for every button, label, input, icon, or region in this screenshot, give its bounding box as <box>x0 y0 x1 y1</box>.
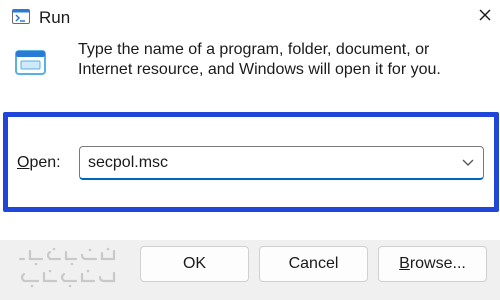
watermark-logo <box>18 247 116 288</box>
run-app-icon <box>15 50 46 75</box>
ok-button[interactable]: OK <box>140 246 249 282</box>
close-icon[interactable] <box>474 4 496 26</box>
browse-label: rowse... <box>409 255 466 272</box>
run-dialog: Run Type the name of a program, folder, … <box>0 0 500 300</box>
open-label: Open: <box>17 152 61 174</box>
title-bar: Run <box>0 0 500 36</box>
window-title: Run <box>39 8 71 27</box>
open-label-text: pen: <box>29 154 61 171</box>
browse-button[interactable]: Browse... <box>378 246 487 282</box>
dialog-description: Type the name of a program, folder, docu… <box>78 41 441 78</box>
browse-accelerator: B <box>399 255 410 272</box>
run-app-icon <box>12 9 30 24</box>
open-combobox[interactable]: secpol.msc <box>79 146 484 180</box>
cancel-button[interactable]: Cancel <box>259 246 368 282</box>
open-label-accelerator: O <box>17 154 30 171</box>
chevron-down-icon[interactable] <box>461 157 475 169</box>
open-input[interactable]: secpol.msc <box>88 153 168 173</box>
